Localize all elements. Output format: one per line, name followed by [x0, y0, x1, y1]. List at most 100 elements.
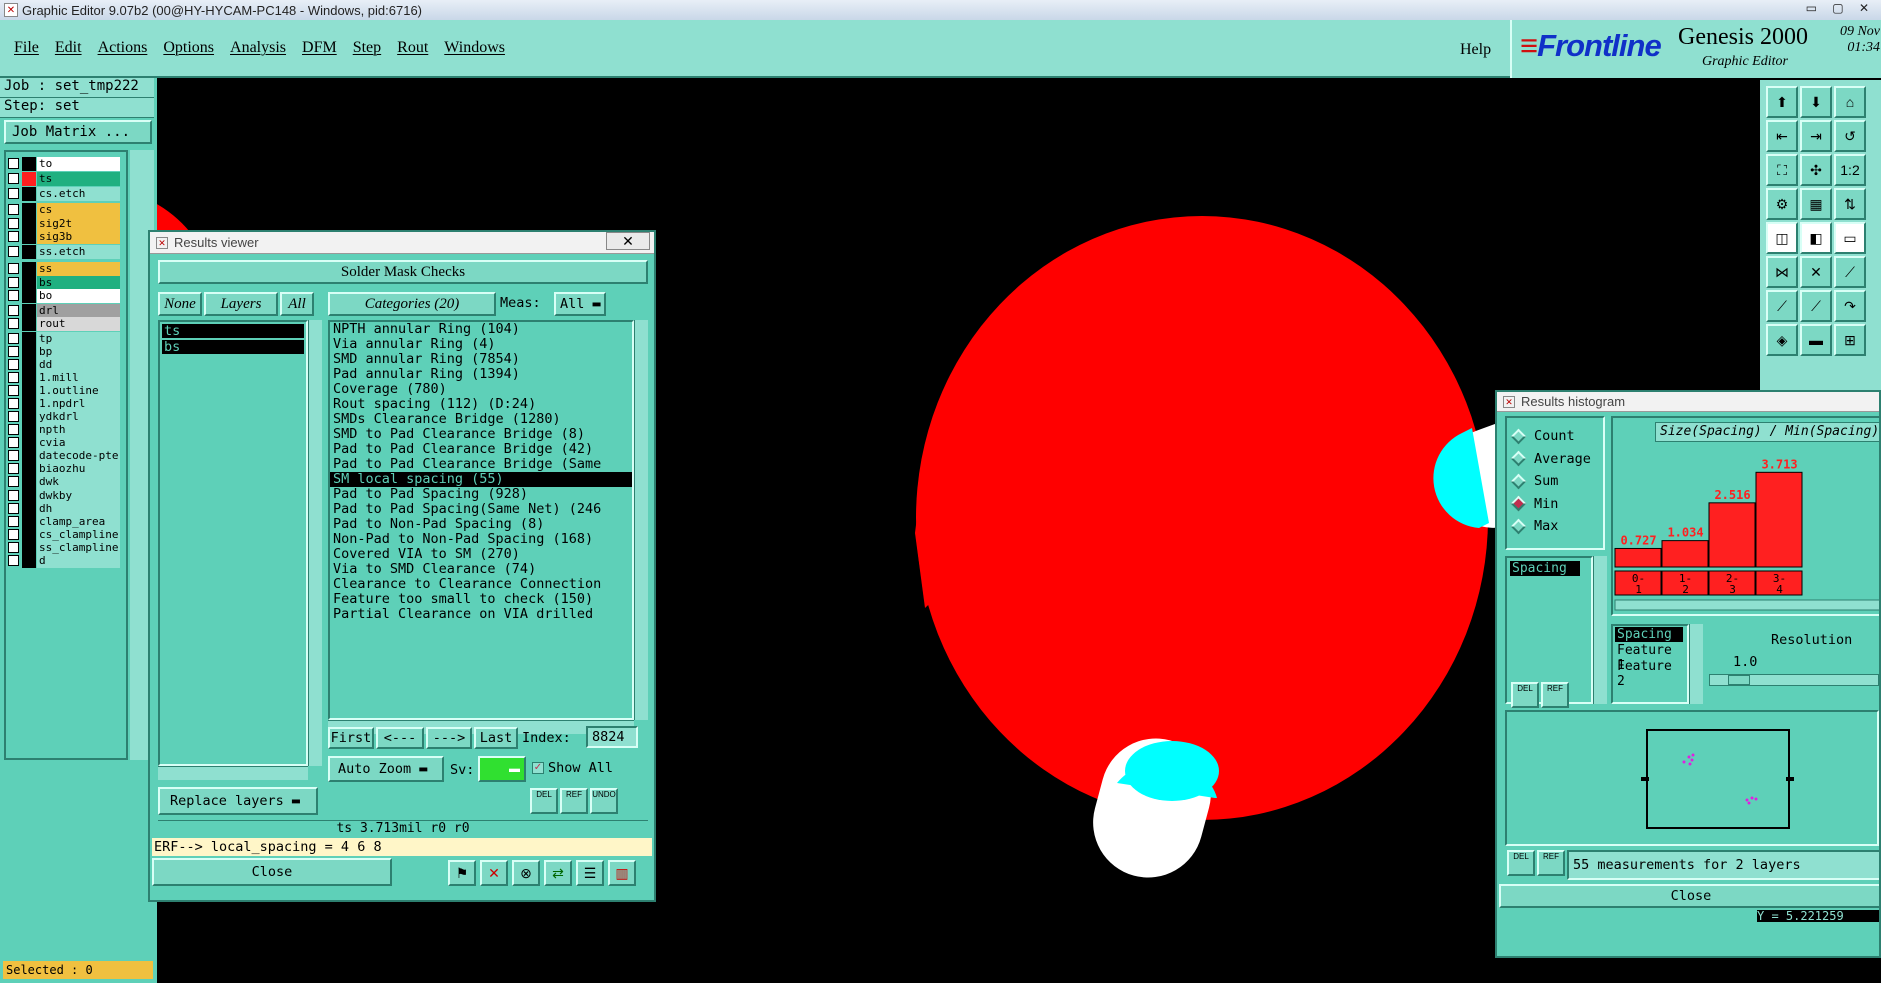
menu-step[interactable]: Step — [353, 39, 381, 57]
menu-rout[interactable]: Rout — [397, 39, 428, 57]
category-item[interactable]: Pad to Pad Spacing(Same Net) (246 — [330, 502, 632, 517]
last-button[interactable]: Last — [474, 727, 518, 749]
categories-vscroll[interactable] — [634, 320, 648, 720]
layer-affected-checkbox[interactable] — [8, 246, 19, 257]
category-item[interactable]: Coverage (780) — [330, 382, 632, 397]
first-button[interactable]: First — [328, 727, 374, 749]
menu-options[interactable]: Options — [163, 39, 214, 57]
zoom-right-icon[interactable]: ⇥ — [1800, 120, 1832, 152]
ruler-icon[interactable]: ▭ — [1834, 222, 1866, 254]
tab-none[interactable]: None — [158, 292, 202, 316]
histogram-close-button[interactable]: Close — [1499, 884, 1879, 908]
auto-zoom-select[interactable]: Auto Zoom ▬ — [328, 756, 444, 782]
select-icon[interactable]: ◧ — [1800, 222, 1832, 254]
layer-affected-checkbox[interactable] — [8, 333, 19, 344]
menu-edit[interactable]: Edit — [55, 39, 82, 57]
category-item[interactable]: Via to SMD Clearance (74) — [330, 562, 632, 577]
feature-item[interactable]: Spacing — [1615, 627, 1683, 642]
layer-color-swatch[interactable] — [22, 156, 36, 171]
layer-affected-checkbox[interactable] — [8, 476, 19, 487]
undo-button[interactable]: UNDO — [590, 788, 618, 814]
layer-row-ts[interactable]: ts — [8, 171, 120, 186]
result-layer-item[interactable]: ts — [162, 324, 304, 338]
replace-layers-select[interactable]: Replace layers ▬ — [158, 787, 318, 815]
tab-layers[interactable]: Layers — [204, 292, 278, 316]
category-item[interactable]: Pad to Non-Pad Spacing (8) — [330, 517, 632, 532]
meas-select[interactable]: All ▬ — [554, 292, 606, 316]
layer-affected-checkbox[interactable] — [8, 359, 19, 370]
category-item[interactable]: SM local spacing (55) — [330, 472, 632, 487]
camera-icon[interactable]: ◫ — [1766, 222, 1798, 254]
layer-affected-checkbox[interactable] — [8, 490, 19, 501]
layer-affected-checkbox[interactable] — [8, 218, 19, 229]
layer-row-to[interactable]: to — [8, 156, 120, 171]
category-item[interactable]: Via annular Ring (4) — [330, 337, 632, 352]
category-item[interactable]: SMD annular Ring (7854) — [330, 352, 632, 367]
fit-icon[interactable]: ⛶ — [1766, 154, 1798, 186]
layer-color-swatch[interactable] — [22, 553, 36, 568]
radio-sum[interactable]: Sum — [1510, 469, 1558, 493]
histogram-list-scroll[interactable] — [1593, 556, 1607, 704]
layer-affected-checkbox[interactable] — [8, 542, 19, 553]
category-item[interactable]: Pad annular Ring (1394) — [330, 367, 632, 382]
layer-affected-checkbox[interactable] — [8, 231, 19, 242]
feature-list[interactable]: Spacing Feature 1 Feature 2 — [1611, 624, 1689, 704]
step-icon[interactable]: ⇄ — [544, 860, 572, 886]
next-button[interactable]: ---> — [426, 727, 472, 749]
bar-icon[interactable]: ▬ — [1800, 324, 1832, 356]
menu-windows[interactable]: Windows — [444, 39, 505, 57]
histogram-icon[interactable]: ▥ — [608, 860, 636, 886]
hist-del-button[interactable]: DEL — [1511, 682, 1539, 708]
snap-icon[interactable]: ⇅ — [1834, 188, 1866, 220]
layer-color-swatch[interactable] — [22, 229, 36, 244]
layer-color-swatch[interactable] — [22, 316, 36, 331]
layer-color-swatch[interactable] — [22, 202, 36, 217]
pan-icon[interactable]: ✣ — [1800, 154, 1832, 186]
layer-name[interactable]: dwk — [37, 474, 120, 489]
category-item[interactable]: Pad to Pad Spacing (928) — [330, 487, 632, 502]
layer-name[interactable]: ss.etch — [37, 244, 120, 259]
sv-color-select[interactable]: ▬ — [478, 756, 526, 782]
undo-icon[interactable]: ↺ — [1834, 120, 1866, 152]
layer-affected-checkbox[interactable] — [8, 372, 19, 383]
category-item[interactable]: SMDs Clearance Bridge (1280) — [330, 412, 632, 427]
layer-affected-checkbox[interactable] — [8, 555, 19, 566]
line-alt-icon[interactable]: ⟋ — [1766, 290, 1798, 322]
layer-color-swatch[interactable] — [22, 474, 36, 489]
layer-row-dwk[interactable]: dwk — [8, 474, 120, 489]
layer-results-list[interactable]: ts bs — [158, 320, 308, 766]
zoom-left-icon[interactable]: ⇤ — [1766, 120, 1798, 152]
layer-row-sig3b[interactable]: sig3b — [8, 229, 120, 244]
measure-icon[interactable]: ⚑ — [448, 860, 476, 886]
layer-name[interactable]: cs.etch — [37, 186, 120, 201]
radio-count[interactable]: Count — [1510, 424, 1575, 448]
layer-row-ss.etch[interactable]: ss.etch — [8, 244, 120, 259]
layers-hscroll[interactable] — [158, 766, 308, 780]
chart-hscroll[interactable] — [1614, 599, 1881, 611]
layers-vscroll[interactable] — [308, 320, 322, 766]
table-icon[interactable]: ⊞ — [1834, 324, 1866, 356]
category-item[interactable]: Partial Clearance on VIA drilled — [330, 607, 632, 622]
scale-icon[interactable]: 1:2 — [1834, 154, 1866, 186]
layer-affected-checkbox[interactable] — [8, 529, 19, 540]
layer-row-bo[interactable]: bo — [8, 288, 120, 303]
menu-analysis[interactable]: Analysis — [230, 39, 286, 57]
layer-color-swatch[interactable] — [22, 171, 36, 186]
layer-name[interactable]: bo — [37, 288, 120, 303]
shape-icon[interactable]: ◈ — [1766, 324, 1798, 356]
layer-name[interactable]: rout — [37, 316, 120, 331]
preview-del-button[interactable]: DEL — [1507, 850, 1535, 876]
layer-affected-checkbox[interactable] — [8, 263, 19, 274]
layer-name[interactable]: sig3b — [37, 229, 120, 244]
category-item[interactable]: NPTH annular Ring (104) — [330, 322, 632, 337]
connect-icon[interactable]: ⋈ — [1766, 256, 1798, 288]
close-icon[interactable]: ✕ — [606, 232, 650, 250]
preview-ref-button[interactable]: REF — [1537, 850, 1565, 876]
feature-item[interactable]: Feature 2 — [1615, 659, 1685, 689]
layer-affected-checkbox[interactable] — [8, 188, 19, 199]
hist-ref-button[interactable]: REF — [1541, 682, 1569, 708]
layer-name[interactable]: ss — [37, 261, 120, 276]
result-layer-item[interactable]: bs — [162, 340, 304, 354]
layer-affected-checkbox[interactable] — [8, 516, 19, 527]
layer-name[interactable]: to — [37, 156, 120, 171]
